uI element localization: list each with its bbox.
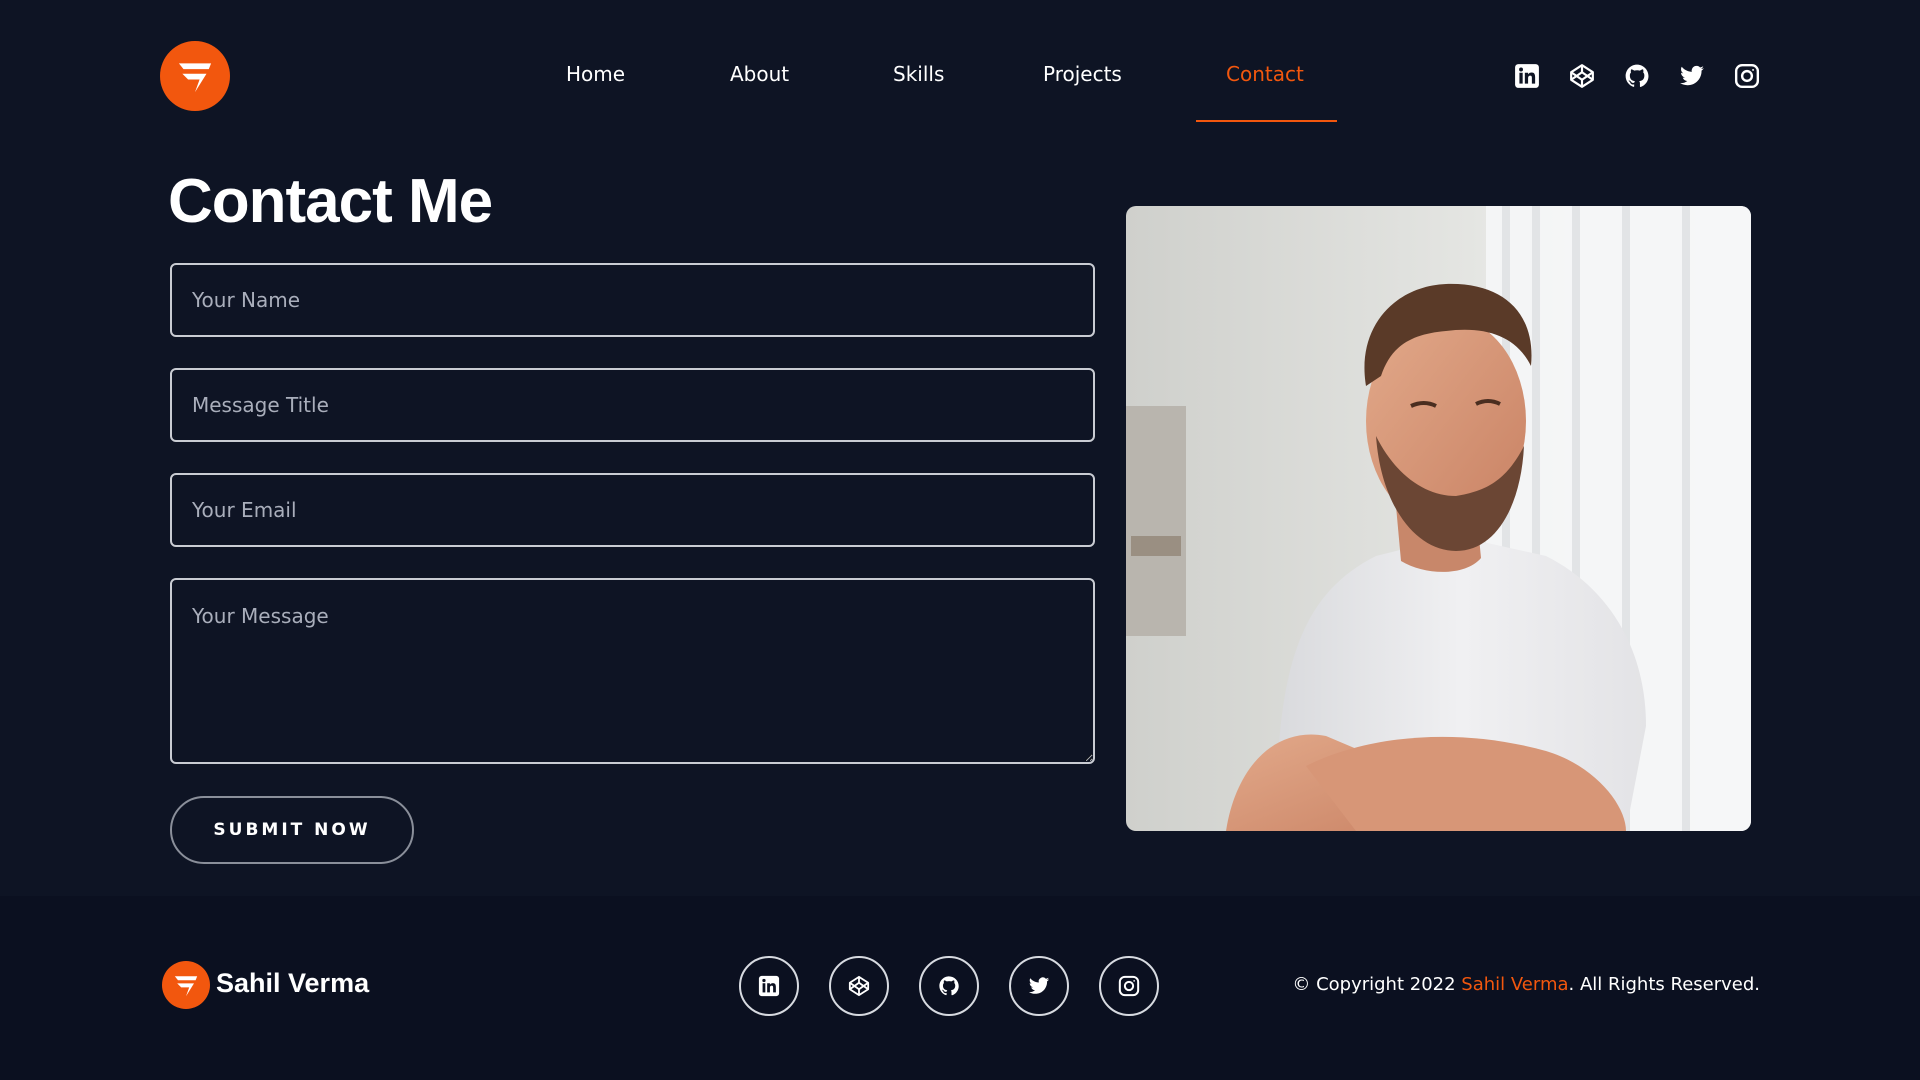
site-footer: Sahil Verma © Copyright 2022 Sahil Verma… <box>0 896 1920 1080</box>
twitter-icon <box>1028 977 1050 994</box>
footer-twitter-link[interactable] <box>1009 956 1069 1016</box>
footer-linkedin-link[interactable] <box>739 956 799 1016</box>
footer-instagram-link[interactable] <box>1099 956 1159 1016</box>
footer-logo-glyph <box>174 976 198 997</box>
linkedin-icon <box>758 975 780 997</box>
portrait-photo <box>1126 206 1751 831</box>
nav-item-projects[interactable]: Projects <box>1043 62 1122 86</box>
github-icon <box>939 976 959 996</box>
footer-brand-name: Sahil Verma <box>216 968 370 998</box>
message-title-input[interactable] <box>170 368 1095 442</box>
nav-item-contact[interactable]: Contact <box>1226 62 1304 86</box>
name-input[interactable] <box>170 263 1095 337</box>
github-icon <box>1623 62 1651 90</box>
copyright-text: © Copyright 2022 Sahil Verma. All Rights… <box>1292 974 1760 995</box>
linkedin-icon <box>1513 62 1541 90</box>
twitter-icon <box>1678 62 1706 90</box>
instagram-icon <box>1118 975 1140 997</box>
page-title: Contact Me <box>168 167 493 236</box>
copyright-prefix: © Copyright 2022 <box>1292 974 1462 995</box>
nav-item-home[interactable]: Home <box>566 62 625 86</box>
instagram-icon <box>1733 62 1761 90</box>
copyright-suffix: . All Rights Reserved. <box>1568 974 1760 995</box>
nav-item-skills[interactable]: Skills <box>893 62 944 86</box>
footer-github-link[interactable] <box>919 956 979 1016</box>
nav-item-about[interactable]: About <box>730 62 789 86</box>
copyright-name-link[interactable]: Sahil Verma <box>1461 974 1568 995</box>
codepen-icon <box>848 975 870 997</box>
active-nav-indicator <box>1196 120 1337 122</box>
footer-logo-icon[interactable] <box>162 961 210 1009</box>
codepen-icon <box>1568 62 1596 90</box>
submit-button[interactable]: SUBMIT NOW <box>170 796 414 864</box>
site-header: Home About Skills Projects Contact <box>0 0 1920 124</box>
message-textarea[interactable] <box>170 578 1095 764</box>
email-input[interactable] <box>170 473 1095 547</box>
footer-codepen-link[interactable] <box>829 956 889 1016</box>
